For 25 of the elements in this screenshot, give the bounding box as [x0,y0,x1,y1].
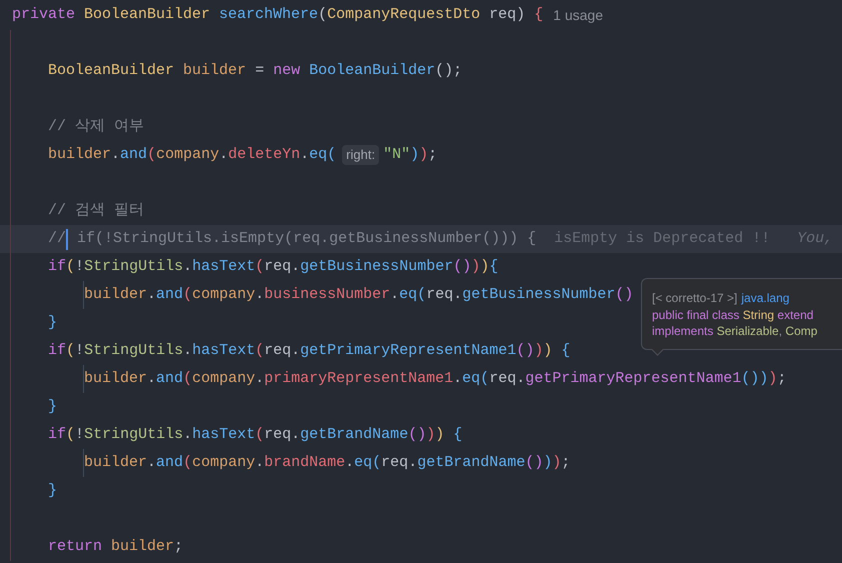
code-text: // [48,229,66,249]
code-text: // 삭제 여부 [48,117,144,137]
package-link[interactable]: java.lang [741,291,790,305]
code-text: return builder; [48,537,184,557]
usage-hint[interactable]: 1 usage [553,1,603,29]
code-text: if(!StringUtils.isEmpty(req.getBusinessNumber())) { [76,229,536,249]
code-text: builder.and(company.brandName.eq(req.getBrandName())); [84,453,570,473]
code-text: if(!StringUtils.hasText(req.getPrimaryRepresentName1())) { [48,341,570,361]
signature-text: public final class String extend [652,308,814,322]
code-text: } [48,313,58,333]
parameter-hint: right: [342,145,380,165]
code-text: } [48,481,58,501]
signature-text: implements Serializable, Comp [652,324,818,338]
code-text: "N")); [383,145,438,165]
code-text: private BooleanBuilder searchWhere(CompanyRequestDto req) { [12,5,544,25]
code-text: builder.and(company.primaryRepresentName1.eq(req.getPrimaryRepresentName1())); [84,369,786,389]
code-text: builder.and(company.businessNumber.eq(req.getBusinessNumber() [84,285,634,305]
code-text: if(!StringUtils.hasText(req.getBrandName())) { [48,425,462,445]
code-text: if(!StringUtils.hasText(req.getBusinessNumber())){ [48,257,498,277]
code-text: } [48,397,58,417]
code-text: BooleanBuilder builder = new BooleanBuilder(); [48,61,462,81]
code-text: // 검색 필터 [48,201,144,221]
code-text: builder.and(company.deleteYn.eq( [48,145,336,165]
text-cursor [66,228,68,250]
source-label: [< corretto-17 >] [652,291,738,305]
